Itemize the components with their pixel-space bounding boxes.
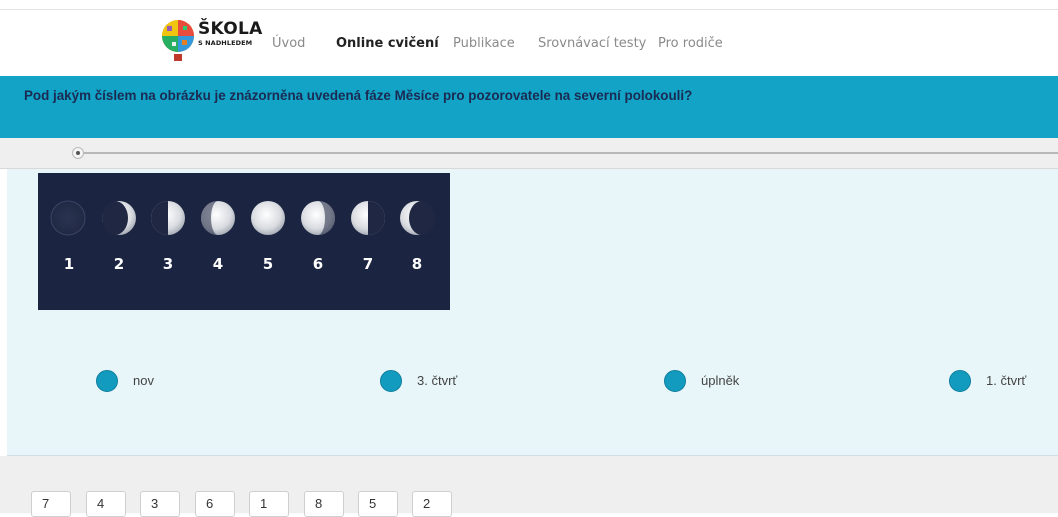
option-label: 1. čtvrť bbox=[986, 373, 1027, 388]
moon-phase-1 bbox=[50, 200, 86, 236]
question-banner bbox=[0, 76, 1058, 138]
option-label: 3. čtvrť bbox=[417, 373, 458, 388]
radio-dot[interactable] bbox=[949, 370, 971, 392]
question-text: Pod jakým číslem na obrázku je znázorněn… bbox=[24, 88, 693, 103]
nav-pro-rodice[interactable]: Pro rodiče bbox=[658, 36, 723, 51]
progress-track[interactable] bbox=[80, 152, 1058, 154]
progress-handle[interactable] bbox=[72, 147, 84, 159]
moon-phase-6 bbox=[301, 201, 335, 235]
answer-card[interactable]: 5 bbox=[358, 491, 398, 517]
moon-phase-3 bbox=[151, 201, 185, 235]
moon-phase-8 bbox=[400, 201, 435, 235]
logo-title: ŠKOLA bbox=[198, 19, 263, 39]
logo-text[interactable]: ŠKOLA S NADHLEDEM bbox=[198, 21, 263, 47]
nav-uvod[interactable]: Úvod bbox=[272, 36, 305, 51]
radio-dot[interactable] bbox=[664, 370, 686, 392]
moon-number-8: 8 bbox=[411, 255, 423, 273]
moon-number-2: 2 bbox=[113, 255, 125, 273]
answer-card[interactable]: 8 bbox=[304, 491, 344, 517]
moon-phase-4 bbox=[201, 201, 235, 235]
moon-number-7: 7 bbox=[362, 255, 374, 273]
moon-phase-5 bbox=[251, 201, 285, 235]
radio-dot[interactable] bbox=[96, 370, 118, 392]
nav-srovnavaci-testy[interactable]: Srovnávací testy bbox=[538, 36, 646, 51]
moon-number-4: 4 bbox=[212, 255, 224, 273]
nav-online-cviceni[interactable]: Online cvičení bbox=[336, 36, 439, 51]
option-label: úplněk bbox=[701, 373, 740, 388]
moon-phase-7 bbox=[351, 201, 385, 235]
answer-card[interactable]: 7 bbox=[31, 491, 71, 517]
moon-phase-2 bbox=[102, 201, 136, 235]
answer-card[interactable]: 2 bbox=[412, 491, 452, 517]
answer-card[interactable]: 1 bbox=[249, 491, 289, 517]
moon-number-6: 6 bbox=[312, 255, 324, 273]
balloon-logo-icon[interactable] bbox=[158, 18, 198, 68]
moon-phases-svg bbox=[50, 200, 435, 236]
radio-dot[interactable] bbox=[380, 370, 402, 392]
answer-card[interactable]: 4 bbox=[86, 491, 126, 517]
answer-card[interactable]: 6 bbox=[195, 491, 235, 517]
option-label: nov bbox=[133, 373, 154, 388]
moon-phases-image bbox=[38, 173, 450, 310]
moon-number-3: 3 bbox=[162, 255, 174, 273]
answer-card[interactable]: 3 bbox=[140, 491, 180, 517]
moon-number-5: 5 bbox=[262, 255, 274, 273]
moon-number-1: 1 bbox=[63, 255, 75, 273]
nav-publikace[interactable]: Publikace bbox=[453, 36, 515, 51]
logo-subtitle: S NADHLEDEM bbox=[198, 39, 253, 47]
